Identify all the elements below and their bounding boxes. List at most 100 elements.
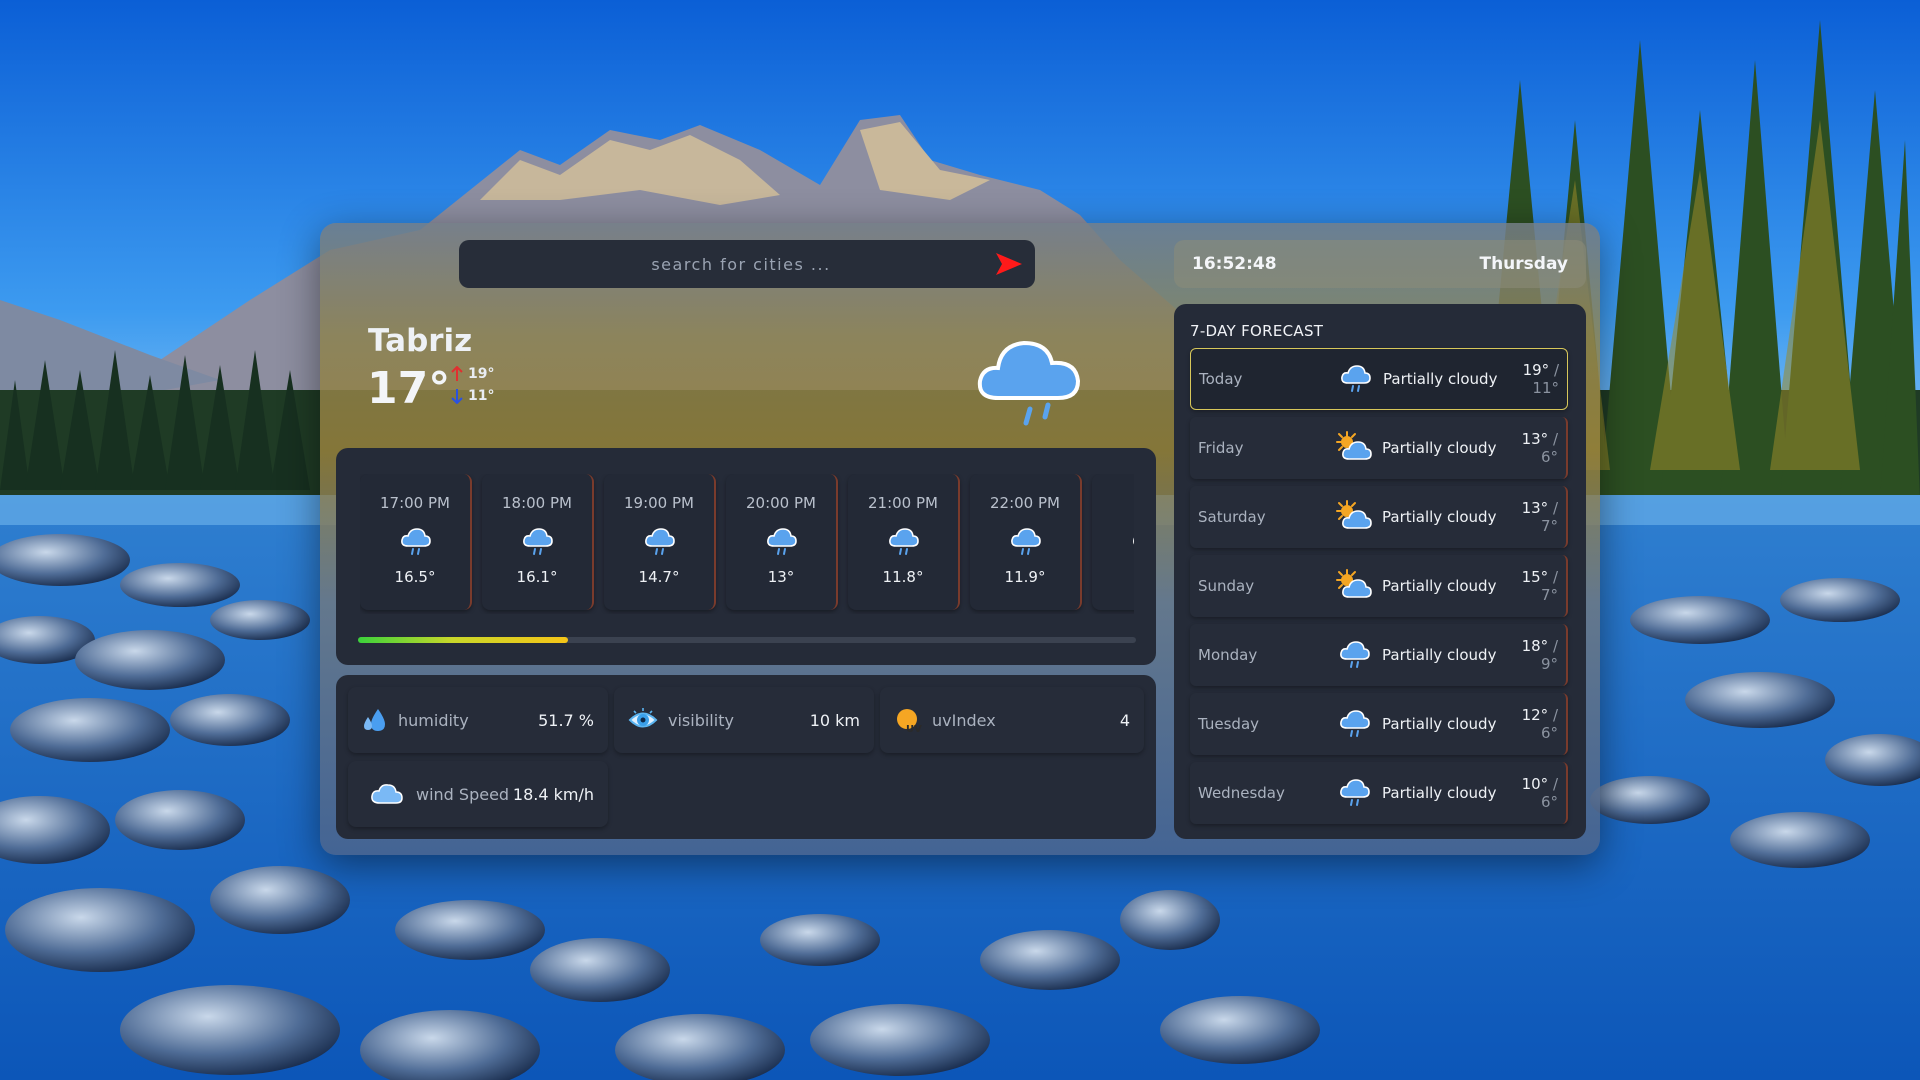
hourly-forecast-scroller[interactable]: 17:00 PM 16.5° 18:00 PM 16.1° 19:00 PM 14.7° 2… [360,474,1134,614]
uv-index-label: uvIndex [932,710,996,730]
forecast-day-row[interactable]: Wednesday Partially cloudy 10° / 6° [1190,762,1568,824]
forecast-temperature: 13° / 6° [1500,430,1558,466]
water-drops-icon [364,709,385,731]
cloud-rain-icon [642,526,676,558]
weather-details-panel: humidity 51.7 % visibility 10 km UV uvIn… [336,675,1156,839]
current-time: 16:52:48 [1192,254,1277,274]
forecast-day-name: Sunday [1198,577,1255,595]
hour-temperature: 16.1° [516,568,558,586]
hour-card: 20:00 PM 13° [726,474,838,610]
forecast-day-row[interactable]: Tuesday Partially cloudy 12° / 6° [1190,693,1568,755]
hourly-scroll-progress [358,637,569,643]
arrow-up-icon [451,366,463,381]
search-submit-button[interactable] [983,240,1035,288]
hour-temperature: 14.7° [638,568,680,586]
hour-card: 22:00 PM 11.9° [970,474,1082,610]
visibility-stat: visibility 10 km [614,687,874,753]
uv-index-stat: UV uvIndex 4 [880,687,1144,753]
hour-card: 18:00 PM 16.1° [482,474,594,610]
hour-time: 20:00 PM [746,494,816,512]
low-temperature: 11° [468,388,495,404]
search-bar [459,240,1035,288]
seven-day-forecast-panel: 7-DAY FORECAST Today Partially cloudy 19° … [1174,304,1586,839]
forecast-day-row[interactable]: Saturday Partially cloudy 13° / 7° [1190,486,1568,548]
forecast-condition: Partially cloudy [1382,783,1497,802]
forecast-day-name: Monday [1198,646,1258,664]
forecast-condition: Partially cloudy [1382,576,1497,595]
forecast-day-name: Saturday [1198,508,1266,526]
svg-text:UV: UV [906,724,922,734]
wind-speed-value: 18.4 km/h [512,784,594,804]
send-arrow-icon [996,253,1022,275]
forecast-temperature: 10° / 6° [1500,775,1558,811]
hour-card: 23:1 [1092,474,1134,610]
forecast-temperature: 12° / 6° [1500,706,1558,742]
uv-index-value: 4 [1119,710,1130,730]
weather-card: Tabriz 17° 19° 11° 17:00 PM 16.5° 18:00 PM… [320,223,1600,855]
hour-time: 21:00 PM [868,494,938,512]
humidity-stat: humidity 51.7 % [348,687,608,753]
forecast-temperature: 13° / 7° [1500,499,1558,535]
cloud-rain-icon [1130,526,1134,558]
current-day: Thursday [1479,254,1568,274]
cloud-rain-icon [1328,777,1380,809]
forecast-day-row[interactable]: Monday Partially cloudy 18° / 9° [1190,624,1568,686]
forecast-title: 7-DAY FORECAST [1190,322,1324,340]
high-temperature-row: 19° [450,363,494,385]
forecast-condition: Partially cloudy [1383,369,1498,388]
hour-time: 19:00 PM [624,494,694,512]
wind-speed-stat: wind Speed 18.4 km/h [348,761,608,827]
cloud-rain-icon [764,526,798,558]
cloud-rain-icon [886,526,920,558]
forecast-day-row[interactable]: Today Partially cloudy 19° / 11° [1190,348,1568,410]
cloud-rain-icon [1008,526,1042,558]
cloud-rain-icon [398,526,432,558]
sun-cloud-icon [1328,500,1380,534]
hour-card: 17:00 PM 16.5° [360,474,472,610]
hour-temperature: 13° [767,568,795,586]
cloud-rain-icon [1328,708,1380,740]
forecast-high: 13° [1521,499,1549,517]
city-name: Tabriz [368,323,473,359]
visibility-value: 10 km [809,710,860,730]
hourly-forecast-panel: 17:00 PM 16.5° 18:00 PM 16.1° 19:00 PM 14.7° 2… [336,448,1156,665]
hourly-scroll-bar[interactable] [358,637,1136,643]
forecast-condition: Partially cloudy [1382,438,1497,457]
hour-card: 21:00 PM 11.8° [848,474,960,610]
hour-temperature: 11.9° [1004,568,1046,586]
humidity-label: humidity [398,710,469,730]
forecast-day-name: Friday [1198,439,1244,457]
forecast-high: 18° [1521,637,1549,655]
low-temperature-row: 11° [450,385,494,407]
forecast-day-name: Tuesday [1198,715,1260,733]
forecast-day-row[interactable]: Friday Partially cloudy 13° / 6° [1190,417,1568,479]
forecast-high: 15° [1521,568,1549,586]
forecast-day-row[interactable]: Sunday Partially cloudy 15° / 7° [1190,555,1568,617]
forecast-high: 19° [1522,361,1550,379]
eye-icon [628,708,658,728]
hour-time: 17:00 PM [380,494,450,512]
cloud-wind-icon [371,784,403,804]
cloud-rain-icon [520,526,554,558]
cloud-rain-icon [1328,639,1380,671]
current-temperature: 17° [367,363,451,414]
hour-temperature: 11.8° [882,568,924,586]
search-input[interactable] [459,240,983,288]
arrow-down-icon [451,389,463,404]
high-low-temperatures: 19° 11° [450,363,494,407]
visibility-label: visibility [668,710,734,730]
forecast-condition: Partially cloudy [1382,714,1497,733]
forecast-day-name: Today [1199,370,1243,388]
forecast-day-name: Wednesday [1198,784,1285,802]
forecast-condition: Partially cloudy [1382,645,1497,664]
clock-bar: 16:52:48 Thursday [1174,240,1586,288]
humidity-value: 51.7 % [538,710,594,730]
hour-time: 18:00 PM [502,494,572,512]
wind-speed-label: wind Speed [416,784,510,804]
hour-temperature: 16.5° [394,568,436,586]
forecast-temperature: 19° / 11° [1501,361,1559,397]
hour-card: 19:00 PM 14.7° [604,474,716,610]
forecast-temperature: 18° / 9° [1500,637,1558,673]
hour-time: 22:00 PM [990,494,1060,512]
forecast-high: 13° [1521,430,1549,448]
